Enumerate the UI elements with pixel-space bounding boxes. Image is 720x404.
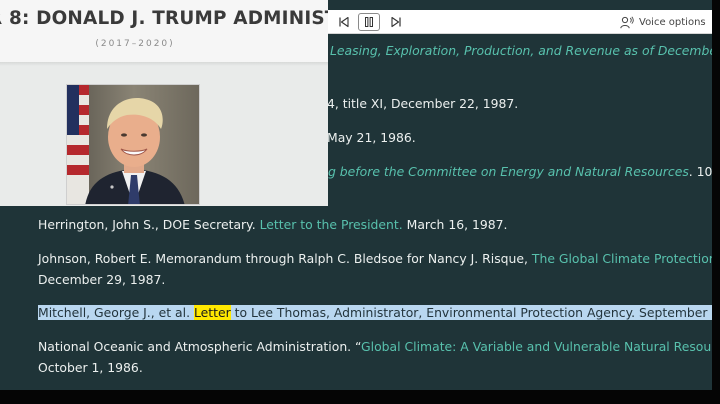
reference-noaa: National Oceanic and Atmospheric Adminis… [38, 336, 712, 357]
reference-line: May 21, 1986. [327, 127, 697, 148]
reference-text: . 100th [688, 164, 712, 179]
reference-johnson-date: December 29, 1987. [38, 269, 698, 290]
reference-text: Johnson, Robert E. Memorandum through Ra… [38, 251, 532, 266]
next-paragraph-button[interactable] [388, 13, 404, 31]
reference-text: December 29, 1987. [38, 272, 166, 287]
pause-button[interactable] [358, 13, 380, 31]
voice-options-icon [620, 15, 634, 28]
reference-noaa-date: October 1, 1986. [38, 357, 698, 378]
reference-text: Herrington, John S., DOE Secretary. [38, 217, 260, 232]
reference-link[interactable]: g before the Committee on Energy and Nat… [328, 164, 689, 179]
reference-text: National Oceanic and Atmospheric Adminis… [38, 339, 362, 354]
reference-text: March 16, 1987. [402, 217, 508, 232]
reference-line: Leasing, Exploration, Production, and Re… [330, 40, 712, 61]
previous-paragraph-button[interactable] [336, 13, 352, 31]
reference-link[interactable]: The Global Climate Protection Act [532, 251, 712, 266]
window-edge [712, 0, 720, 404]
voice-options-label: Voice options [639, 16, 706, 28]
video-divider [0, 62, 328, 66]
reference-text: May 21, 1986. [327, 130, 416, 145]
window-edge-bottom [0, 390, 712, 404]
portrait-image [67, 85, 199, 204]
pause-icon [365, 17, 373, 27]
reference-text: October 1, 1986. [38, 360, 143, 375]
current-word-highlight: Letter [193, 305, 231, 320]
video-chapter-years: (2017–2020) [95, 39, 175, 49]
voice-options-button[interactable]: Voice options [620, 13, 706, 31]
reference-johnson: Johnson, Robert E. Memorandum through Ra… [38, 248, 712, 269]
reference-text: 4, title XI, December 22, 1987. [327, 96, 519, 111]
reference-line: g before the Committee on Energy and Nat… [328, 161, 712, 182]
next-icon [391, 16, 401, 28]
read-aloud-toolbar: Voice options [328, 10, 712, 34]
previous-icon [339, 16, 349, 28]
video-overlay[interactable]: R 8: DONALD J. TRUMP ADMINISTRATION (201… [0, 0, 328, 206]
reference-link[interactable]: Letter to the President. [260, 217, 403, 232]
reference-mitchell-selected[interactable]: Mitchell, George J., et al. Letter to Le… [38, 302, 712, 323]
reference-link[interactable]: Global Climate: A Variable and Vulnerabl… [361, 339, 712, 354]
reference-link[interactable]: Leasing, Exploration, Production, and Re… [330, 43, 712, 58]
presidential-portrait [66, 84, 200, 205]
reference-line: 4, title XI, December 22, 1987. [327, 93, 697, 114]
selected-text: Mitchell, George J., et al. Letter to Le… [38, 305, 712, 320]
reference-herrington: Herrington, John S., DOE Secretary. Lett… [38, 214, 698, 235]
video-chapter-title: R 8: DONALD J. TRUMP ADMINISTRATION [0, 8, 328, 29]
